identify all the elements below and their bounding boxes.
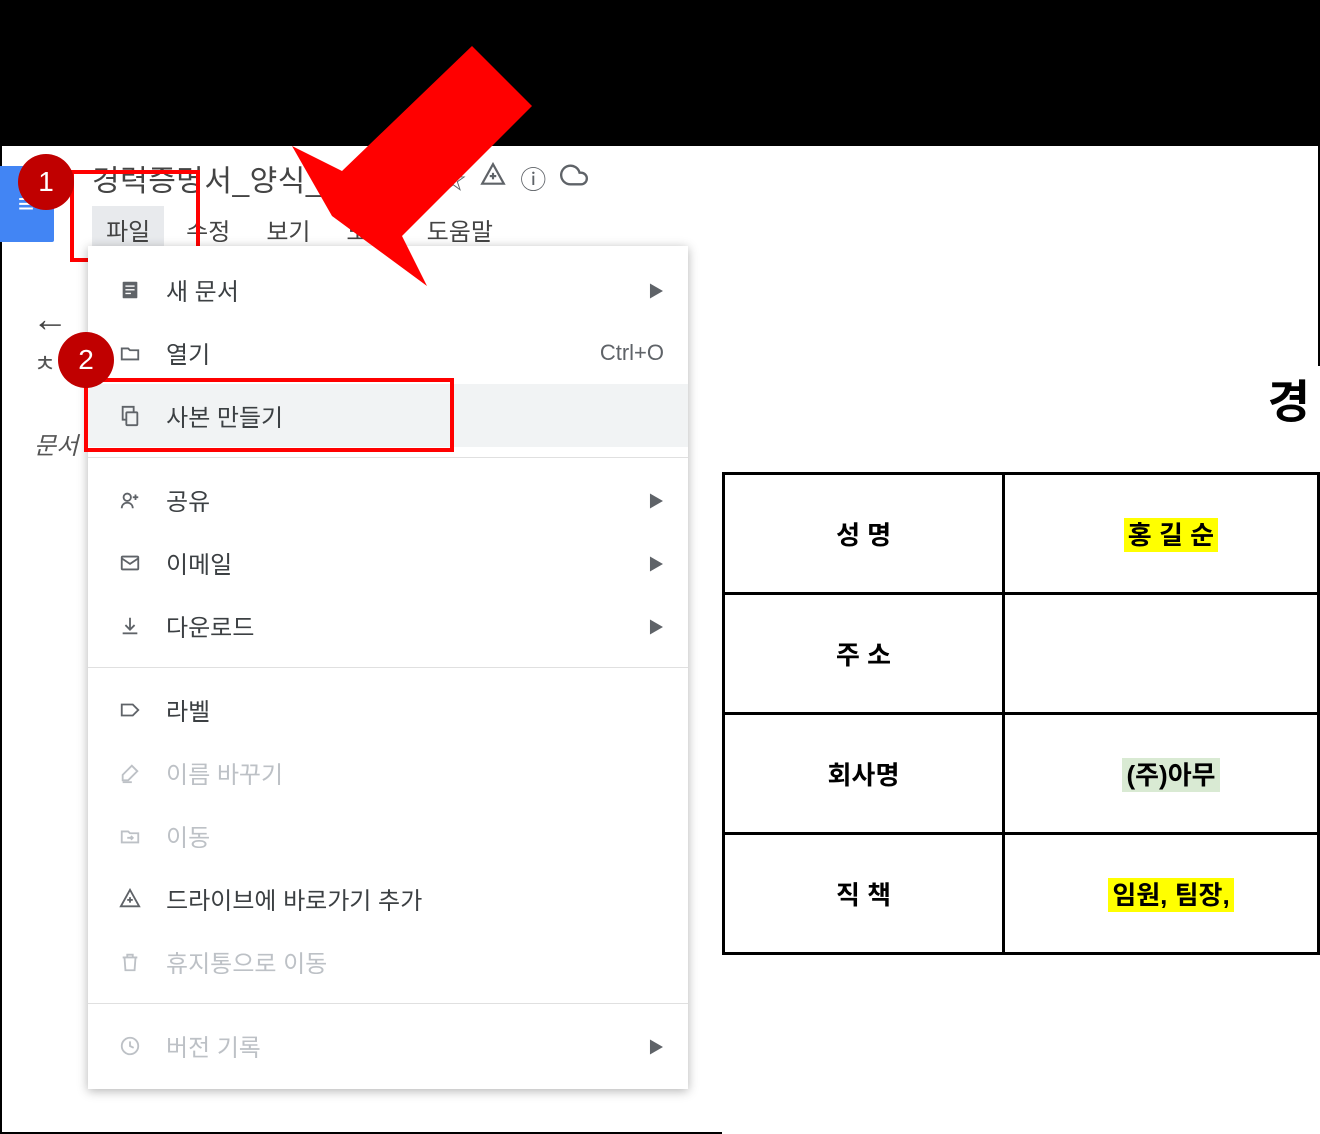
document-preview: 경 성 명 홍 길 순 주 소 회사명 (주)아무 직 책 임원, 팀장, <box>722 366 1320 1134</box>
new-doc-icon <box>112 279 148 301</box>
header: 경력증명서_양식_230330 ☆ ⓘ 파일 수정 보기 도구 도움말 <box>2 146 1318 253</box>
rename-icon <box>112 762 148 784</box>
table-value-company: (주)아무 <box>1004 714 1319 834</box>
download-icon <box>112 615 148 637</box>
back-arrow-icon[interactable]: ← <box>32 298 68 340</box>
sidebar-partial-text-1: ㅊ <box>34 344 56 379</box>
table-row: 직 책 임원, 팀장, <box>724 834 1319 954</box>
table-row: 회사명 (주)아무 <box>724 714 1319 834</box>
menu-divider <box>88 667 688 668</box>
label-icon <box>112 699 148 721</box>
drive-shortcut-icon <box>112 888 148 910</box>
submenu-arrow-icon: ▶ <box>648 614 664 638</box>
menu-label: 공유 <box>166 482 210 517</box>
menu-label: 휴지통으로 이동 <box>166 944 327 979</box>
trash-icon <box>112 951 148 973</box>
copy-icon <box>112 405 148 427</box>
annotation-red-arrow <box>272 16 552 301</box>
menu-item-label[interactable]: 라벨 <box>88 678 688 741</box>
table-value-address <box>1004 594 1319 714</box>
table-label-name: 성 명 <box>724 474 1004 594</box>
menu-item-email[interactable]: 이메일 ▶ <box>88 531 688 594</box>
annotation-number-1: 1 <box>18 154 74 210</box>
submenu-arrow-icon: ▶ <box>648 1034 664 1058</box>
menu-item-make-copy[interactable]: 사본 만들기 <box>88 384 688 447</box>
table-label-company: 회사명 <box>724 714 1004 834</box>
cloud-saved-icon[interactable] <box>560 161 588 196</box>
menu-divider <box>88 1003 688 1004</box>
black-top-bar <box>0 0 1320 144</box>
menu-label: 버전 기록 <box>166 1028 261 1063</box>
table-row: 주 소 <box>724 594 1319 714</box>
menu-item-add-shortcut[interactable]: 드라이브에 바로가기 추가 <box>88 867 688 930</box>
document-heading: 경 <box>722 366 1320 432</box>
menu-item-rename: 이름 바꾸기 <box>88 741 688 804</box>
menu-item-trash: 휴지통으로 이동 <box>88 930 688 993</box>
menu-item-download[interactable]: 다운로드 ▶ <box>88 594 688 657</box>
menu-label: 라벨 <box>166 692 210 727</box>
submenu-arrow-icon: ▶ <box>648 278 664 302</box>
menu-label: 드라이브에 바로가기 추가 <box>166 881 422 916</box>
menu-label: 사본 만들기 <box>166 398 283 433</box>
table-label-address: 주 소 <box>724 594 1004 714</box>
menu-divider <box>88 457 688 458</box>
google-docs-window: ≡ 경력증명서_양식_230330 ☆ ⓘ 파일 수정 보기 도구 도움말 ← … <box>0 144 1320 1134</box>
email-icon <box>112 552 148 574</box>
sidebar-partial-text-2: 문서 <box>34 426 78 461</box>
menu-item-version-history: 버전 기록 ▶ <box>88 1014 688 1077</box>
menu-label: 이동 <box>166 818 210 853</box>
table-row: 성 명 홍 길 순 <box>724 474 1319 594</box>
table-value-position: 임원, 팀장, <box>1004 834 1319 954</box>
menu-label: 새 문서 <box>166 272 239 307</box>
table-label-position: 직 책 <box>724 834 1004 954</box>
folder-icon <box>112 342 148 364</box>
history-icon <box>112 1035 148 1057</box>
file-dropdown-menu: 새 문서 ▶ 열기 Ctrl+O 사본 만들기 공유 ▶ <box>88 246 688 1089</box>
move-icon <box>112 825 148 847</box>
share-icon <box>112 489 148 511</box>
menu-label: 이름 바꾸기 <box>166 755 283 790</box>
menu-item-share[interactable]: 공유 ▶ <box>88 468 688 531</box>
document-table: 성 명 홍 길 순 주 소 회사명 (주)아무 직 책 임원, 팀장, <box>722 472 1320 955</box>
title-row: 경력증명서_양식_230330 ☆ ⓘ <box>22 156 1298 200</box>
menu-item-move: 이동 <box>88 804 688 867</box>
annotation-number-2: 2 <box>58 332 114 388</box>
keyboard-shortcut: Ctrl+O <box>600 340 664 366</box>
table-value-name: 홍 길 순 <box>1004 474 1319 594</box>
menu-label: 다운로드 <box>166 608 254 643</box>
menu-label: 이메일 <box>166 545 232 580</box>
submenu-arrow-icon: ▶ <box>648 488 664 512</box>
submenu-arrow-icon: ▶ <box>648 551 664 575</box>
menu-label: 열기 <box>166 335 210 370</box>
menu-item-open[interactable]: 열기 Ctrl+O <box>88 321 688 384</box>
